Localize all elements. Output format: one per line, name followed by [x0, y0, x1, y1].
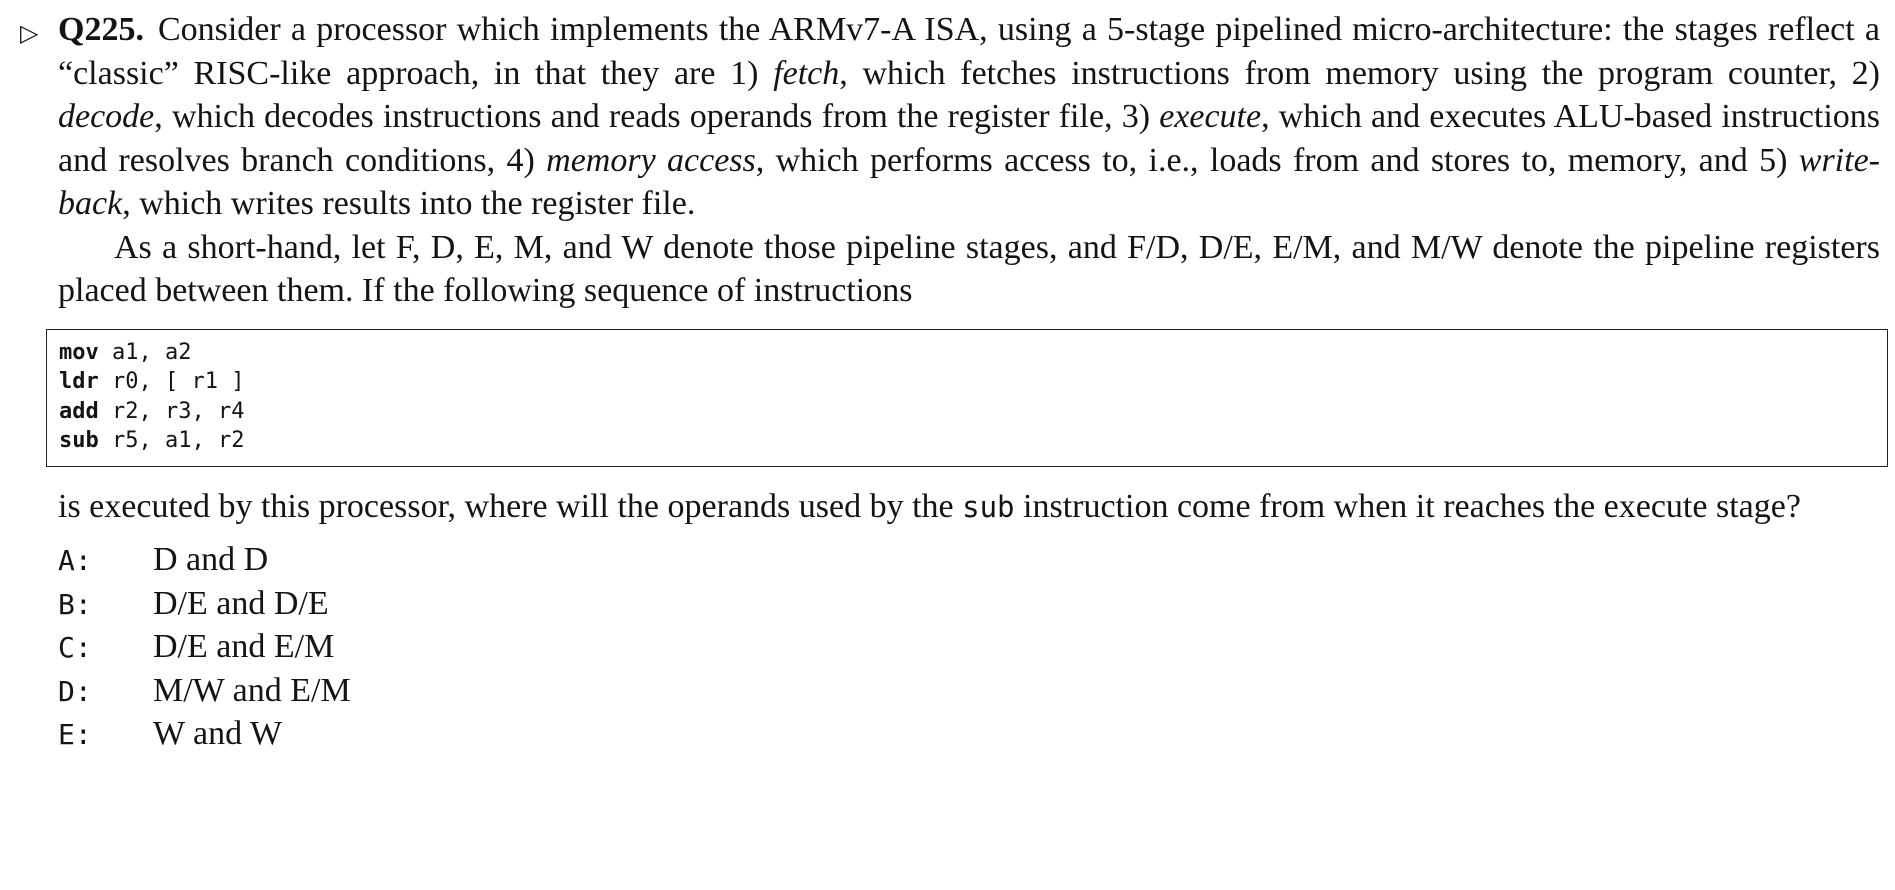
question-text: instruction come from when it reaches th… — [1014, 487, 1801, 525]
inline-code: sub — [962, 489, 1015, 524]
answer-option-c[interactable]: C: D/E and E/M — [58, 628, 1880, 672]
question-text: , which writes results into the register… — [122, 185, 696, 222]
code-opcode: add — [59, 398, 99, 424]
code-operands: r5, a1, r2 — [98, 428, 245, 453]
code-listing: mov a1, a2 ldr r0, [ r1 ] add r2, r3, r4… — [46, 328, 1888, 467]
code-opcode: ldr — [59, 369, 99, 394]
question-number: Q225. — [58, 11, 144, 48]
answer-key: C: — [58, 631, 92, 664]
code-line: sub r5, a1, r2 — [59, 426, 1875, 456]
answer-text: D and D — [153, 541, 269, 578]
answer-text: M/W and E/M — [153, 671, 351, 709]
answer-key: A: — [58, 544, 92, 577]
question-paragraph-2: As a short-hand, let F, D, E, M, and W d… — [58, 228, 1880, 310]
code-opcode: mov — [59, 339, 99, 365]
code-opcode: sub — [59, 428, 99, 453]
question-block: ▷ Q225. Consider a processor which implem… — [20, 8, 1888, 759]
code-line: ldr r0, [ r1 ] — [59, 367, 1875, 397]
answer-option-e[interactable]: E: W and W — [58, 715, 1880, 759]
question-paragraph-1: Q225. Consider a processor which implemen… — [58, 8, 1880, 226]
triangle-marker-icon: ▷ — [20, 19, 39, 47]
question-text: , which fetches instructions from memory… — [839, 54, 1880, 92]
question-paragraph-3: is executed by this processor, where wil… — [58, 485, 1880, 530]
answer-key: E: — [58, 718, 92, 751]
question-body: Q225. Consider a processor which implemen… — [46, 8, 1888, 759]
code-operands: r0, [ r1 ] — [98, 369, 245, 394]
question-text: , which decodes instructions and reads o… — [154, 98, 1160, 135]
code-operands: r2, r3, r4 — [98, 398, 245, 424]
code-line: add r2, r3, r4 — [59, 397, 1875, 427]
answer-option-a[interactable]: A: D and D — [58, 541, 1880, 585]
answer-key: B: — [58, 587, 92, 621]
answer-option-d[interactable]: D: M/W and E/M — [58, 672, 1880, 716]
stage-fetch: fetch — [773, 54, 840, 92]
stage-decode: decode — [58, 98, 155, 135]
question-text: , which performs access to, i.e., loads … — [755, 141, 1799, 179]
stage-memory-access: memory access — [546, 141, 756, 179]
answer-option-b[interactable]: B: D/E and D/E — [58, 585, 1880, 629]
question-text: is executed by this processor, where wil… — [58, 487, 963, 525]
answer-list: A: D and D B: D/E and D/E C: D/E and E/M D:… — [58, 541, 1880, 759]
stage-execute: execute — [1159, 98, 1262, 135]
answer-text: D/E and D/E — [153, 584, 329, 622]
code-line: mov a1, a2 — [59, 338, 1875, 368]
answer-text: D/E and E/M — [153, 628, 335, 665]
code-operands: a1, a2 — [98, 339, 192, 365]
answer-text: W and W — [153, 715, 283, 752]
answer-key: D: — [58, 674, 92, 708]
page: ▷ Q225. Consider a processor which implem… — [0, 0, 1895, 890]
